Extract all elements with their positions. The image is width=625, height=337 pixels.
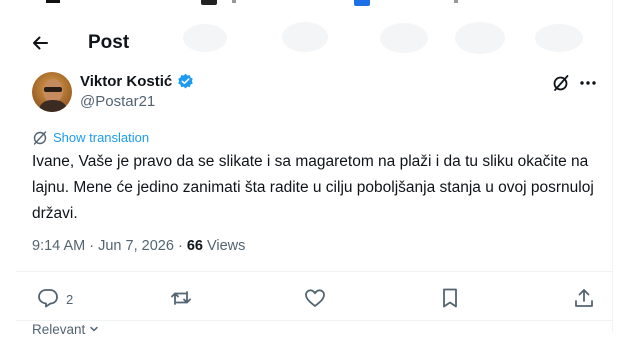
divider <box>16 320 612 321</box>
blurred-background <box>535 24 583 52</box>
reply-icon <box>38 289 58 308</box>
sort-replies-label: Relevant <box>32 322 86 337</box>
tab-icon[interactable] <box>201 0 217 5</box>
column-border <box>612 0 613 332</box>
author-handle[interactable]: @Postar21 <box>80 93 155 110</box>
sort-replies-button[interactable]: Relevant <box>32 322 99 337</box>
blurred-background <box>183 24 227 52</box>
page-header: Post <box>0 17 612 69</box>
verified-badge-icon <box>178 73 193 89</box>
share-icon <box>575 289 593 307</box>
meta-separator: · <box>89 238 95 254</box>
more-options-button[interactable] <box>578 73 598 93</box>
page-title: Post <box>88 32 130 53</box>
views-label: Views <box>206 238 246 254</box>
arrow-left-icon <box>33 36 48 50</box>
grok-button[interactable] <box>551 73 571 93</box>
like-icon <box>305 289 325 307</box>
post-time[interactable]: 9:14 AM <box>32 238 85 254</box>
repost-icon <box>171 291 191 305</box>
more-horizontal-icon <box>580 81 596 85</box>
chevron-down-icon <box>90 326 98 332</box>
divider <box>16 271 612 272</box>
translate-icon <box>33 131 47 145</box>
back-button[interactable] <box>30 33 54 53</box>
meta-separator: · <box>177 238 183 254</box>
views-count: 66 <box>186 238 203 254</box>
post-meta: 9:14 AM · Jun 7, 2026 · 66 Views <box>32 238 245 254</box>
post-date[interactable]: Jun 7, 2026 <box>98 238 174 254</box>
tab-icon <box>454 0 458 3</box>
avatar[interactable] <box>32 72 72 112</box>
post-text: Ivane, Vaše je pravo da se slikate i sa … <box>32 153 594 222</box>
tab-icon[interactable] <box>354 0 370 6</box>
blurred-background <box>380 23 428 53</box>
top-tab-strip <box>0 0 625 16</box>
blurred-background <box>282 22 328 52</box>
show-translation-label: Show translation <box>53 130 150 145</box>
reply-count: 2 <box>66 292 74 307</box>
blurred-background <box>455 22 505 54</box>
grok-icon <box>553 75 569 91</box>
bookmark-icon <box>443 288 457 308</box>
tab-icon[interactable] <box>46 0 60 3</box>
tab-icon <box>232 0 236 3</box>
author-name[interactable]: Viktor Kostić <box>80 73 172 90</box>
